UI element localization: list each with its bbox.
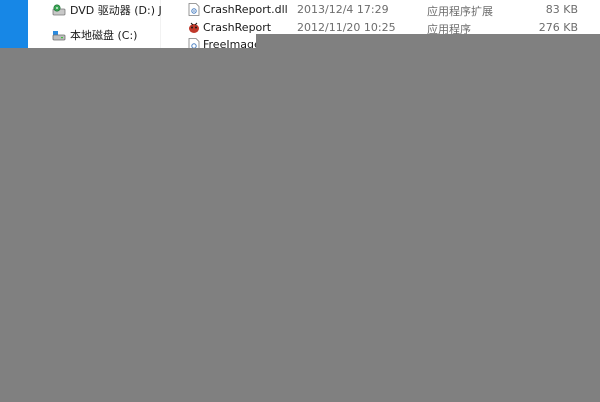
file-type: 应用程序扩展 bbox=[427, 5, 493, 18]
file-name: CrashReport bbox=[203, 21, 272, 34]
file-name: CrashReport.dll bbox=[203, 3, 288, 16]
nav-item-label: DVD 驱动器 (D:) JN bbox=[70, 4, 162, 17]
dvd-drive-icon bbox=[52, 4, 66, 16]
file-date: 2012/11/20 10:25 bbox=[297, 21, 396, 34]
file-size: 83 KB bbox=[545, 3, 578, 16]
application-icon bbox=[189, 22, 199, 33]
nav-item-label: 本地磁盘 (C:) bbox=[70, 29, 138, 42]
dimming-overlay bbox=[256, 34, 600, 48]
window-accent-strip bbox=[0, 0, 28, 48]
nav-item-local-disk-c[interactable]: 本地磁盘 (C:) bbox=[52, 25, 162, 45]
local-disk-icon bbox=[52, 31, 66, 41]
file-date: 2013/12/4 17:29 bbox=[297, 3, 389, 16]
file-explorer-window: DVD 驱动器 (D:) JN 本地磁盘 (C:) CrashReport.dl… bbox=[0, 0, 600, 402]
file-size: 276 KB bbox=[538, 21, 578, 34]
dll-file-icon bbox=[188, 3, 200, 16]
file-row[interactable]: CrashReport.dll 2013/12/4 17:29 应用程序扩展 8… bbox=[160, 1, 600, 19]
dimming-overlay bbox=[0, 48, 600, 402]
nav-item-dvd-drive[interactable]: DVD 驱动器 (D:) JN bbox=[52, 0, 162, 20]
